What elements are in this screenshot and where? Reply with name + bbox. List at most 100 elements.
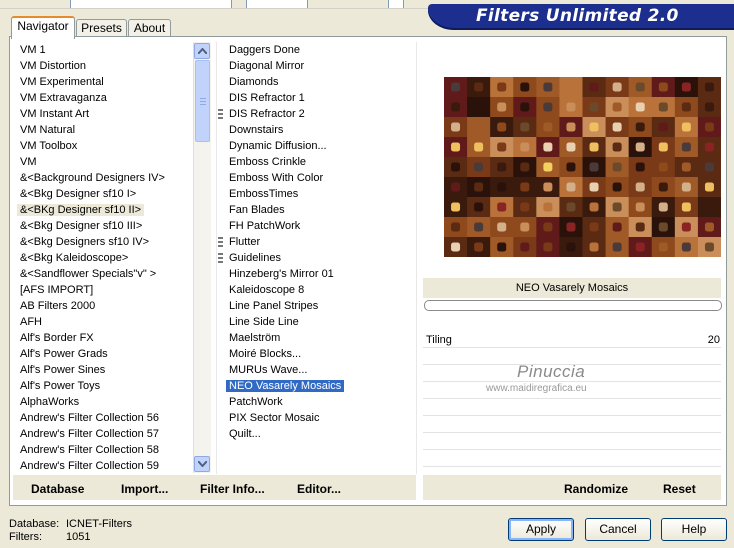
filters-count-label: Filters:: [9, 531, 42, 543]
filter-label: Flutter: [229, 236, 261, 248]
filter-item[interactable]: DIS Refractor 1: [226, 90, 308, 106]
database-button[interactable]: Database: [31, 481, 84, 497]
category-item[interactable]: Alf's Power Sines: [17, 362, 108, 378]
apply-button[interactable]: Apply: [508, 518, 574, 541]
category-item[interactable]: &<Sandflower Specials"v" >: [17, 266, 159, 282]
scroll-down-arrow-icon[interactable]: [194, 456, 210, 472]
category-item[interactable]: Alf's Power Toys: [17, 378, 103, 394]
category-item[interactable]: AB Filters 2000: [17, 298, 98, 314]
filter-item[interactable]: Emboss With Color: [226, 170, 326, 186]
tab-about[interactable]: About: [128, 19, 171, 37]
filter-item[interactable]: Diamonds: [226, 74, 282, 90]
parameter-row-tiling[interactable]: [423, 331, 721, 348]
parameter-row-empty: [423, 399, 721, 416]
tiling-value[interactable]: 20: [690, 333, 720, 347]
category-scrollbar[interactable]: [193, 42, 211, 473]
filter-item[interactable]: Kaleidoscope 8: [226, 282, 307, 298]
category-item[interactable]: [AFS IMPORT]: [17, 282, 96, 298]
cancel-button[interactable]: Cancel: [585, 518, 651, 541]
category-item[interactable]: VM Instant Art: [17, 106, 92, 122]
mosaic-dot: [589, 202, 599, 212]
mosaic-dot: [681, 222, 691, 232]
host-dropdown: [70, 0, 232, 8]
category-item[interactable]: &<Bkg Kaleidoscope>: [17, 250, 131, 266]
mosaic-dot: [612, 222, 622, 232]
mosaic-dot: [589, 242, 599, 252]
tab-presets[interactable]: Presets: [76, 19, 127, 37]
mosaic-dot: [589, 222, 599, 232]
mosaic-dot: [543, 182, 553, 192]
category-label: VM Experimental: [20, 76, 104, 88]
filter-item[interactable]: Line Panel Stripes: [226, 298, 321, 314]
category-item[interactable]: VM: [17, 154, 40, 170]
category-label: AlphaWorks: [20, 396, 80, 408]
mosaic-dot: [681, 242, 691, 252]
category-item[interactable]: AFH: [17, 314, 45, 330]
category-item[interactable]: Andrew's Filter Collection 59: [17, 458, 162, 474]
host-button: [388, 0, 404, 8]
scroll-thumb[interactable]: [195, 60, 210, 142]
category-item[interactable]: Alf's Border FX: [17, 330, 97, 346]
filter-item[interactable]: MURUs Wave...: [226, 362, 310, 378]
mosaic-dot: [704, 102, 714, 112]
filter-item[interactable]: Emboss Crinkle: [226, 154, 309, 170]
filter-item[interactable]: Maelström: [226, 330, 283, 346]
category-item[interactable]: VM 1: [17, 42, 49, 58]
mosaic-dot: [543, 102, 553, 112]
category-item[interactable]: VM Natural: [17, 122, 78, 138]
scroll-up-arrow-icon[interactable]: [194, 43, 210, 59]
filter-item[interactable]: Fan Blades: [226, 202, 288, 218]
filter-item[interactable]: Daggers Done: [226, 42, 303, 58]
filter-label: Diagonal Mirror: [229, 60, 305, 72]
category-item[interactable]: Andrew's Filter Collection 58: [17, 442, 162, 458]
category-label: Andrew's Filter Collection 56: [20, 412, 160, 424]
randomize-button[interactable]: Randomize: [564, 481, 628, 497]
reset-button[interactable]: Reset: [663, 481, 696, 497]
category-item[interactable]: Alf's Power Grads: [17, 346, 111, 362]
filter-item[interactable]: Hinzeberg's Mirror 01: [226, 266, 337, 282]
mosaic-dot: [566, 202, 576, 212]
help-button[interactable]: Help: [661, 518, 727, 541]
filter-item[interactable]: PatchWork: [226, 394, 286, 410]
filter-item[interactable]: Moiré Blocks...: [226, 346, 304, 362]
button-label: Reset: [663, 482, 696, 496]
category-item[interactable]: &<BKg Designer sf10 II>: [17, 202, 145, 218]
filter-item[interactable]: FH PatchWork: [226, 218, 303, 234]
filter-label: Kaleidoscope 8: [229, 284, 305, 296]
category-item[interactable]: Andrew's Filter Collection 57: [17, 426, 162, 442]
parameter-row-empty: [423, 416, 721, 433]
filter-list[interactable]: Daggers Done Diagonal Mirror Diamonds DIS R…: [218, 42, 416, 474]
tab-navigator[interactable]: Navigator: [11, 16, 75, 39]
tab-label: About: [133, 21, 166, 35]
filter-item[interactable]: Downstairs: [226, 122, 286, 138]
filter-label: NEO Vasarely Mosaics: [226, 380, 345, 392]
filter-item[interactable]: Diagonal Mirror: [226, 58, 307, 74]
category-item[interactable]: &<Background Designers IV>: [17, 170, 168, 186]
category-item[interactable]: VM Distortion: [17, 58, 89, 74]
category-item[interactable]: VM Extravaganza: [17, 90, 110, 106]
filter-info-button[interactable]: Filter Info...: [200, 481, 265, 497]
category-item[interactable]: Andrew's Filter Collection 56: [17, 410, 162, 426]
filter-item[interactable]: Quilt...: [226, 426, 264, 442]
filter-item[interactable]: Line Side Line: [226, 314, 302, 330]
filter-item[interactable]: PIX Sector Mosaic: [226, 410, 322, 426]
editor-button[interactable]: Editor...: [297, 481, 341, 497]
category-item[interactable]: AlphaWorks: [17, 394, 82, 410]
filter-item[interactable]: EmbossTimes: [226, 186, 301, 202]
category-item[interactable]: &<Bkg Designers sf10 IV>: [17, 234, 152, 250]
import-button[interactable]: Import...: [121, 481, 168, 497]
filter-item[interactable]: Dynamic Diffusion...: [226, 138, 330, 154]
mosaic-dot: [589, 82, 599, 92]
category-item[interactable]: &<Bkg Designer sf10 I>: [17, 186, 139, 202]
filter-item[interactable]: Guidelines: [218, 250, 284, 266]
category-label: VM Instant Art: [20, 108, 90, 120]
category-list[interactable]: VM 1 VM Distortion VM Experimental VM Extra…: [17, 42, 192, 474]
category-item[interactable]: &<Bkg Designer sf10 III>: [17, 218, 145, 234]
filter-item[interactable]: NEO Vasarely Mosaics: [226, 378, 345, 394]
category-item[interactable]: VM Experimental: [17, 74, 107, 90]
filter-label: Moiré Blocks...: [229, 348, 302, 360]
filter-item[interactable]: Flutter: [218, 234, 263, 250]
category-item[interactable]: VM Toolbox: [17, 138, 80, 154]
mosaic-dot: [681, 122, 691, 132]
filter-item[interactable]: DIS Refractor 2: [218, 106, 308, 122]
